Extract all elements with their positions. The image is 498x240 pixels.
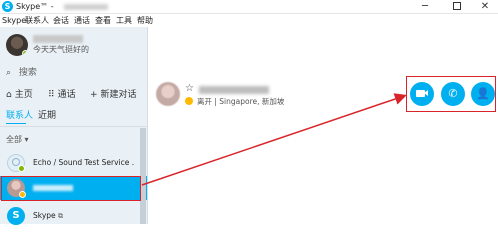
profile-avatar[interactable]	[156, 82, 180, 106]
contact-row-echo[interactable]: Echo / Sound Test Service .	[0, 151, 147, 175]
window-title: Skype™ -	[16, 2, 54, 11]
plus-icon: +	[90, 90, 98, 100]
sidebar-divider	[0, 126, 147, 127]
minimize-button[interactable]: ─	[412, 0, 438, 13]
away-status-icon	[185, 97, 193, 105]
close-button[interactable]: ✕	[472, 0, 498, 13]
echo-avatar	[7, 154, 25, 172]
active-tab-indicator	[6, 123, 26, 124]
favorite-star-icon[interactable]: ☆	[185, 83, 194, 95]
maximize-icon	[453, 2, 461, 10]
skype-logo-icon: S	[12, 210, 20, 221]
search-placeholder: 搜索	[18, 68, 37, 78]
my-avatar[interactable]	[6, 34, 28, 56]
home-icon: ⌂	[6, 90, 12, 100]
annotation-highlight-actions	[406, 76, 496, 112]
contact-name: Skype ⧉	[33, 211, 63, 221]
online-status-icon	[18, 165, 25, 172]
contact-name-text: Skype	[33, 211, 56, 220]
nav-home[interactable]: ⌂ 主页	[6, 89, 33, 101]
nav-new-chat[interactable]: + 新建对话	[90, 89, 137, 101]
filter-label: 全部	[6, 135, 22, 144]
nav-call[interactable]: ⠿ 通话	[48, 89, 76, 101]
main-pane: ☆ 离开 | Singapore, 新加坡	[149, 27, 498, 224]
profile-status-text: 离开 | Singapore, 新加坡	[197, 97, 285, 106]
nav-new-chat-label: 新建对话	[100, 90, 137, 100]
search-icon: ⌕	[6, 68, 12, 78]
menu-skype[interactable]: Skype	[2, 14, 26, 27]
mood-message[interactable]: 今天天气挺好的	[33, 45, 89, 55]
title-bar: S Skype™ - ─ ✕	[0, 0, 498, 14]
nav-call-label: 通话	[57, 90, 76, 100]
contact-name: Echo / Sound Test Service .	[33, 158, 135, 167]
menu-help[interactable]: 帮助	[137, 14, 153, 27]
profile-name-blurred	[199, 86, 269, 94]
menu-conversation[interactable]: 会话	[53, 14, 69, 27]
skype-logo-icon: S	[2, 1, 13, 12]
menu-tools[interactable]: 工具	[116, 14, 132, 27]
tab-contacts[interactable]: 联系人	[6, 110, 33, 122]
contact-filter-dropdown[interactable]: 全部 ▾	[6, 135, 29, 145]
menu-bar: Skype 联系人 会话 通话 查看 工具 帮助	[0, 14, 498, 27]
menu-contacts[interactable]: 联系人	[25, 14, 49, 27]
menu-call[interactable]: 通话	[74, 14, 90, 27]
nav-home-label: 主页	[14, 90, 33, 100]
profile-status: 离开 | Singapore, 新加坡	[185, 97, 284, 107]
contact-row-skype[interactable]: S Skype ⧉	[0, 204, 147, 228]
menu-view[interactable]: 查看	[95, 14, 111, 27]
skype-avatar: S	[7, 207, 25, 225]
my-name-blurred[interactable]	[33, 35, 83, 43]
online-status-icon	[22, 50, 28, 56]
verified-icon: ⧉	[58, 212, 64, 220]
window-title-blurred-user	[64, 4, 108, 10]
search-box[interactable]: ⌕ 搜索	[6, 67, 37, 79]
annotation-highlight-contact	[1, 176, 141, 201]
maximize-button[interactable]	[444, 0, 470, 13]
chevron-down-icon: ▾	[22, 135, 29, 144]
dialpad-icon: ⠿	[48, 90, 55, 100]
tab-recent[interactable]: 近期	[38, 110, 56, 122]
